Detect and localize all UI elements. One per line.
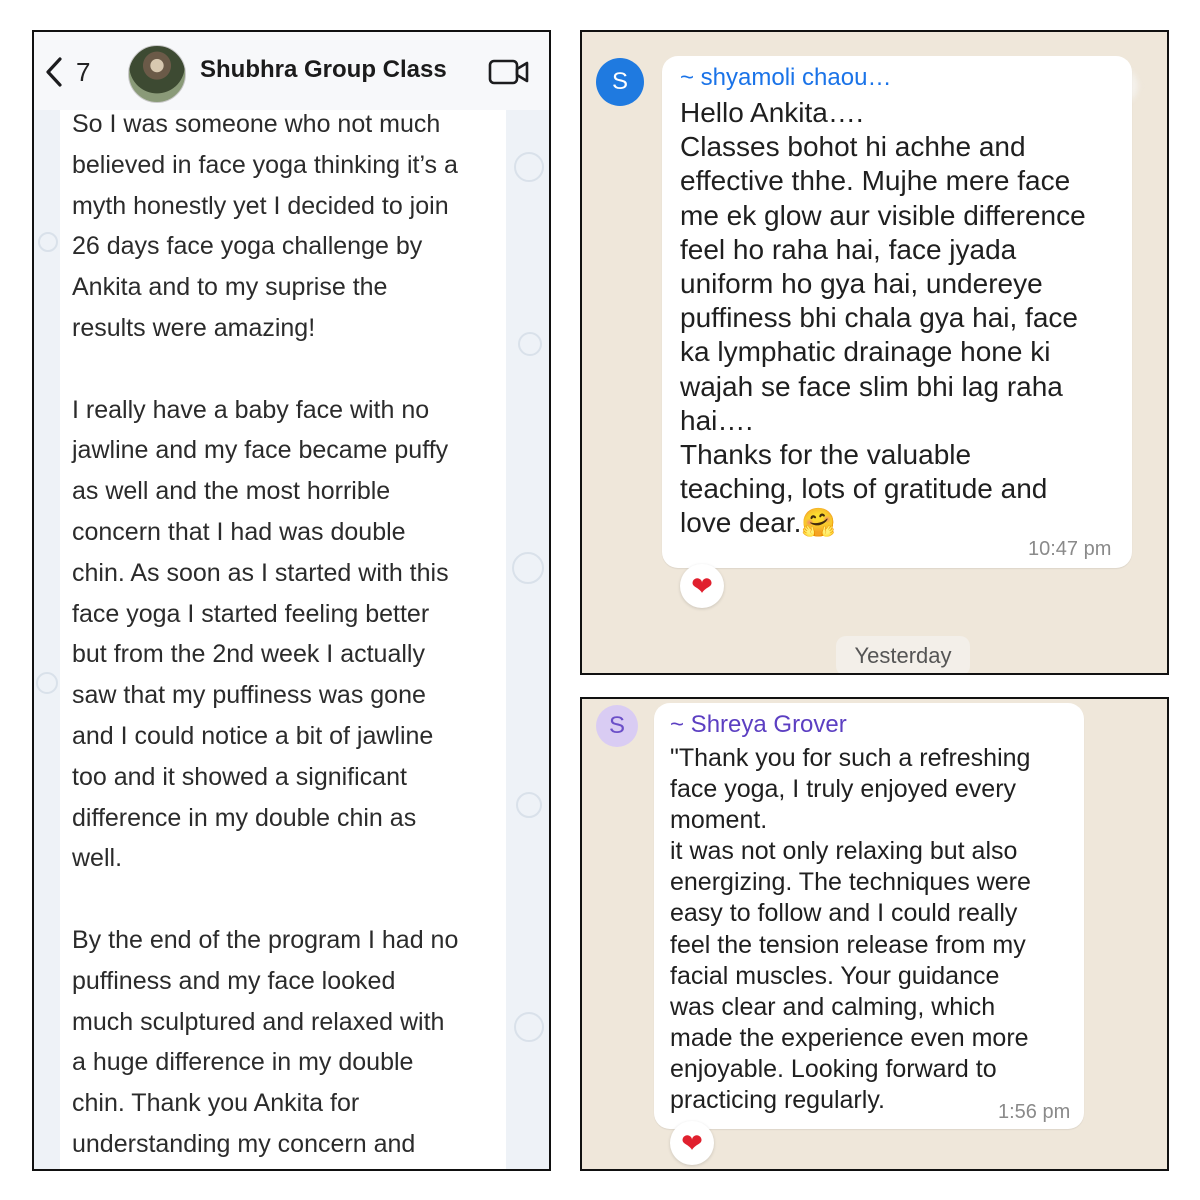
message-line: results were amazing! [72,313,316,342]
message-time: 1:56 pm [998,1101,1071,1123]
background-doodle [516,792,542,818]
message-line: easy to follow and I could really [670,899,1018,928]
message-text: Hello Ankita…. Classes bohot hi achhe and… [680,96,1086,541]
sender-avatar[interactable]: S [596,705,638,747]
reaction-emoji: ❤ [691,570,713,601]
sender-name[interactable]: ~ Shreya Grover [670,711,847,739]
message-line: well. [72,844,123,873]
message-line: wajah se face slim bhi lag raha [680,370,1063,402]
background-doodle [38,232,58,252]
whatsapp-chat-panel: S ~ shyamoli chaou… Hello Ankita…. Classe… [580,30,1169,675]
message-line: feel ho raha hai, face jyada [680,233,1017,265]
date-divider: Yesterday [836,636,970,673]
message-line: So I was someone who not much [72,110,441,138]
message-line: too and it showed a significant [72,762,407,791]
message-line: love dear.🤗 [680,507,837,539]
message-line: and I could notice a bit of jawline [72,721,434,750]
message-text: "Thank you for such a refreshing face yog… [670,743,1031,1116]
heart-reaction-icon[interactable]: ❤ [670,1121,714,1165]
message-line: feel the tension release from my [670,930,1026,959]
background-doodle [514,152,544,182]
message-line: jawline and my face became puffy [72,436,449,465]
message-line: puffiness and my face looked [72,966,396,995]
message-line: teaching, lots of gratitude and [680,473,1048,505]
message-line: me ek glow aur visible difference [680,199,1086,231]
message-line: puffiness bhi chala gya hai, face [680,302,1078,334]
message-line: enjoyable. Looking forward to [670,1054,997,1083]
message-line: much sculptured and relaxed with [72,1007,445,1036]
sender-avatar[interactable]: S [596,58,644,106]
message-line: practicing regularly. [670,1086,885,1115]
message-line: I really have a baby face with no [72,395,430,424]
message-line: By the end of the program I had no [72,925,459,954]
message-line: hai…. [680,404,754,436]
message-line: moment. [670,806,768,835]
message-line [72,879,502,920]
message-line: face yoga I started feeling better [72,599,430,628]
message-line: chin. Thank you Ankita for [72,1089,360,1118]
sender-name[interactable]: ~ shyamoli chaou… [680,64,891,92]
background-doodle [512,552,544,584]
video-call-icon[interactable] [488,58,530,86]
message-text: So I was someone who not much believed in… [72,104,502,1165]
message-line: "Thank you for such a refreshing [670,744,1031,772]
background-doodle [36,672,58,694]
message-line [72,349,502,390]
group-title[interactable]: Shubhra Group Class [200,56,447,84]
back-button[interactable]: 7 [44,54,90,90]
message-line: saw that my puffiness was gone [72,681,426,710]
message-line: was clear and calming, which [670,992,996,1021]
unread-count: 7 [76,56,91,87]
message-line: understanding my concern and [72,1129,416,1158]
message-line: it was not only relaxing but also [670,837,1018,866]
message-line: difference in my double chin as [72,803,417,832]
message-line: Ankita and to my suprise the [72,273,388,302]
message-line: a huge difference in my double [72,1048,414,1077]
message-line: 26 days face yoga challenge by [72,232,423,261]
message-line: ka lymphatic drainage hone ki [680,336,1051,368]
message-line: energizing. The techniques were [670,868,1031,897]
group-chat-panel: 7 Shubhra Group Class So I was someone w… [32,30,551,1171]
message-line: Classes bohot hi achhe and [680,131,1026,163]
message-line: as well and the most horrible [72,477,391,506]
message-line: believed in face yoga thinking it’s a [72,150,458,179]
message-line: myth honestly yet I decided to join [72,191,449,220]
reaction-emoji: ❤ [681,1127,703,1158]
message-line: Thanks for the valuable [680,439,972,471]
message-line: chin. As soon as I started with this [72,558,449,587]
message-time: 10:47 pm [1028,538,1112,560]
message-line: uniform ho gya hai, undereye [680,268,1043,300]
background-doodle [514,1012,544,1042]
message-line: Hello Ankita…. [680,97,864,128]
heart-reaction-icon[interactable]: ❤ [680,564,724,608]
whatsapp-chat-panel: S ~ Shreya Grover "Thank you for such a … [580,697,1169,1171]
message-line: concern that I had was double [72,517,406,546]
message-line: made the experience even more [670,1023,1029,1052]
background-doodle [518,332,542,356]
message-line: effective thhe. Mujhe mere face [680,165,1071,197]
message-line: face yoga, I truly enjoyed every [670,775,1017,804]
message-line: but from the 2nd week I actually [72,640,425,669]
group-avatar[interactable] [128,45,186,103]
message-line: facial muscles. Your guidance [670,961,1000,990]
chevron-left-icon [46,57,62,87]
chat-header: 7 Shubhra Group Class [34,32,549,110]
